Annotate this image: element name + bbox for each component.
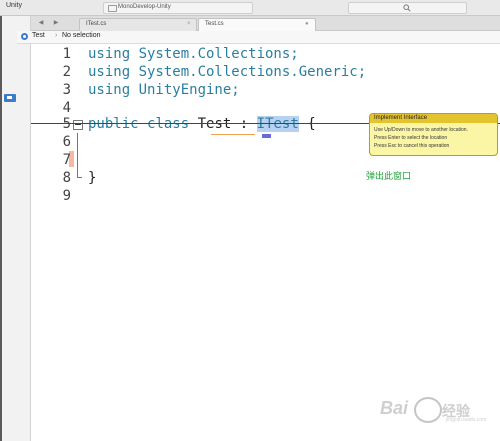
code-text[interactable]: using System.Collections.Generic; [88, 64, 366, 80]
watermark-brand: Bai [380, 398, 409, 418]
app-title: Unity [6, 2, 22, 9]
panel-toggle-icon[interactable] [4, 94, 16, 102]
close-tab-icon[interactable]: × [187, 21, 191, 27]
code-line: 1 using System.Collections; [31, 46, 500, 64]
left-panel-strip [0, 16, 31, 441]
left-edge [0, 16, 2, 441]
tooltip-line: Use Up/Down to move to another location. [374, 127, 468, 133]
colon: : [239, 116, 249, 132]
line-number: 1 [62, 46, 71, 62]
code-line: 8 } [31, 170, 500, 188]
tooltip-header: Implement Interface [370, 114, 497, 123]
tooltip-line: Press Enter to select the location [374, 135, 448, 141]
watermark-logo: Bai 经验 jingyan.baidu.com [380, 393, 492, 425]
line-number: 8 [62, 170, 71, 186]
nav-back-icon[interactable]: ◀ [36, 19, 46, 27]
paw-icon [414, 397, 442, 423]
code-text[interactable]: } [88, 170, 96, 186]
implement-interface-tooltip: Implement Interface Use Up/Down to move … [369, 113, 498, 156]
class-icon [21, 33, 28, 40]
breadcrumb-chevron-icon: › [55, 32, 58, 39]
keyword-public: public [88, 116, 139, 132]
code-line: 9 [31, 188, 500, 206]
code-editor[interactable]: 1 using System.Collections; 2 using Syst… [31, 44, 500, 441]
tab-test[interactable]: Test.cs ● [198, 18, 316, 31]
tooltip-line: Press Esc to cancel this operation [374, 143, 450, 149]
tab-label: ITest.cs [86, 21, 107, 27]
line-number: 4 [62, 100, 71, 116]
line-number: 3 [62, 82, 71, 98]
breadcrumb-class[interactable]: Test [32, 32, 45, 39]
nav-forward-icon[interactable]: ▶ [51, 19, 61, 27]
open-brace: { [307, 116, 316, 132]
class-name: Test [197, 116, 232, 132]
line-number: 2 [62, 64, 71, 80]
line-number: 7 [62, 152, 71, 168]
line-number: 6 [62, 134, 71, 150]
breadcrumb: Test › No selection [17, 31, 500, 44]
window-title-box: MonoDevelop-Unity [103, 2, 253, 14]
tooltip-title: Implement Interface [374, 115, 428, 121]
interface-name[interactable]: ITest [256, 116, 299, 132]
search-box[interactable] [348, 2, 467, 14]
code-text[interactable]: using System.Collections; [88, 46, 299, 62]
watermark-url: jingyan.baidu.com [446, 417, 487, 423]
search-icon [403, 4, 411, 12]
fold-toggle-icon[interactable] [73, 120, 83, 130]
code-line: 3 using UnityEngine; [31, 82, 500, 100]
close-tab-icon[interactable]: ● [305, 21, 309, 27]
tab-bar: ◀ ▶ ITest.cs × Test.cs ● [31, 16, 500, 31]
tab-label: Test.cs [205, 21, 224, 27]
annotation-text: 弹出此窗口 [366, 171, 412, 181]
code-text[interactable]: using UnityEngine; [88, 82, 240, 98]
line-number: 5 [62, 116, 71, 132]
top-toolbar: Unity MonoDevelop-Unity [0, 0, 500, 16]
window-title: MonoDevelop-Unity [118, 4, 171, 10]
class-declaration[interactable]: public class Test : ITest { [88, 116, 316, 132]
tab-itest[interactable]: ITest.cs × [79, 18, 197, 31]
breadcrumb-member[interactable]: No selection [62, 32, 101, 39]
line-number: 9 [62, 188, 71, 204]
window-icon [108, 5, 117, 12]
keyword-class: class [147, 116, 190, 132]
code-line: 2 using System.Collections.Generic; [31, 64, 500, 82]
